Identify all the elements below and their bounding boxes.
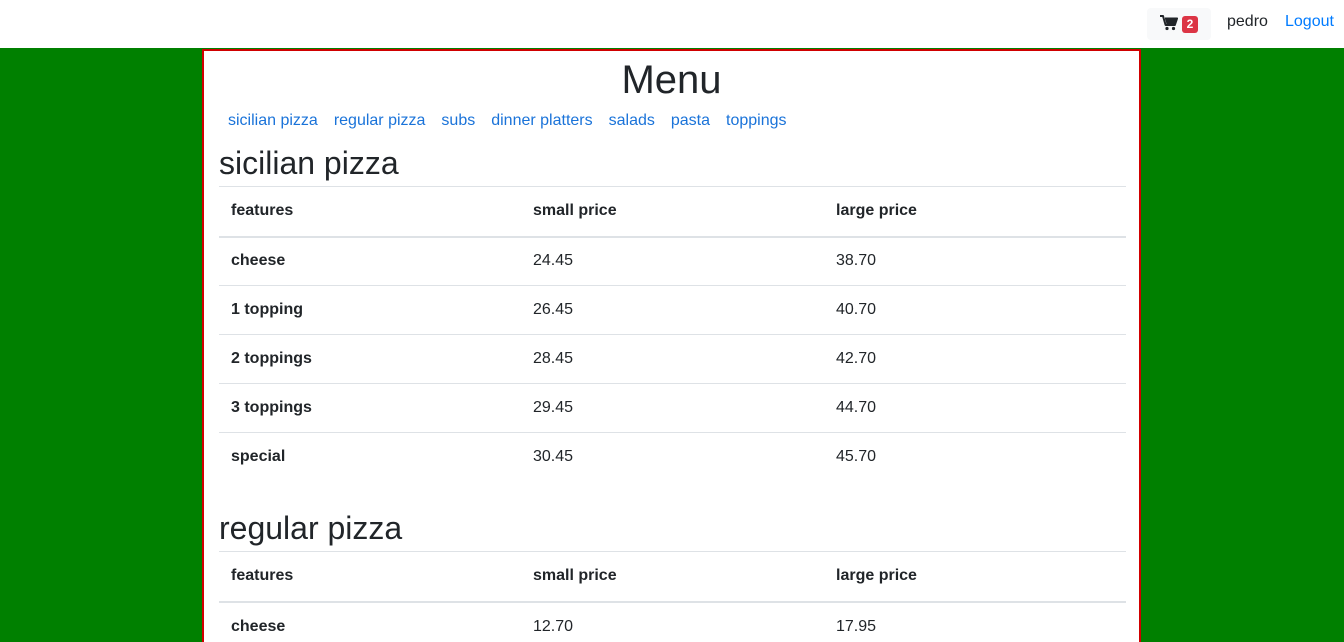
cart-count-badge: 2 xyxy=(1182,16,1198,33)
regular-pizza-table: features small price large price cheese … xyxy=(219,551,1126,642)
cart-button[interactable]: 2 xyxy=(1147,8,1211,40)
table-row: cheese 24.45 38.70 xyxy=(219,236,1126,286)
menu-container: Menu sicilian pizza regular pizza subs d… xyxy=(202,49,1141,642)
large-price-cell: 44.70 xyxy=(824,383,1126,433)
sicilian-pizza-table: features small price large price cheese … xyxy=(219,186,1126,482)
table-row: special 30.45 45.70 xyxy=(219,432,1126,482)
section-title-regular-pizza: regular pizza xyxy=(219,510,403,546)
column-header-large-price: large price xyxy=(824,186,1126,238)
column-header-large-price: large price xyxy=(824,551,1126,603)
feature-cell: 1 topping xyxy=(219,285,521,335)
feature-cell: special xyxy=(219,432,521,482)
small-price-cell: 28.45 xyxy=(521,334,824,384)
large-price-cell: 40.70 xyxy=(824,285,1126,335)
category-link-salads[interactable]: salads xyxy=(601,110,663,132)
large-price-cell: 42.70 xyxy=(824,334,1126,384)
column-header-small-price: small price xyxy=(521,551,824,603)
small-price-cell: 26.45 xyxy=(521,285,824,335)
category-link-sicilian-pizza[interactable]: sicilian pizza xyxy=(220,110,326,132)
feature-cell: 2 toppings xyxy=(219,334,521,384)
small-price-cell: 29.45 xyxy=(521,383,824,433)
category-nav: sicilian pizza regular pizza subs dinner… xyxy=(220,110,795,132)
large-price-cell: 45.70 xyxy=(824,432,1126,482)
column-header-features: features xyxy=(219,551,521,603)
large-price-cell: 38.70 xyxy=(824,236,1126,286)
large-price-cell: 17.95 xyxy=(824,601,1126,642)
small-price-cell: 30.45 xyxy=(521,432,824,482)
small-price-cell: 24.45 xyxy=(521,236,824,286)
table-row: 2 toppings 28.45 42.70 xyxy=(219,334,1126,384)
username-label: pedro xyxy=(1227,13,1268,30)
section-title-sicilian-pizza: sicilian pizza xyxy=(219,145,399,181)
category-link-dinner-platters[interactable]: dinner platters xyxy=(483,110,600,132)
page-title: Menu xyxy=(621,58,722,102)
category-link-regular-pizza[interactable]: regular pizza xyxy=(326,110,434,132)
category-link-subs[interactable]: subs xyxy=(433,110,483,132)
shopping-cart-icon xyxy=(1160,15,1178,31)
small-price-cell: 12.70 xyxy=(521,601,824,642)
category-link-pasta[interactable]: pasta xyxy=(663,110,718,132)
table-row: 3 toppings 29.45 44.70 xyxy=(219,383,1126,433)
column-header-features: features xyxy=(219,186,521,238)
table-header-row: features small price large price xyxy=(219,551,1126,603)
table-row: 1 topping 26.45 40.70 xyxy=(219,285,1126,335)
top-navbar: 2 pedro Logout xyxy=(0,0,1344,48)
logout-link[interactable]: Logout xyxy=(1285,12,1334,32)
category-link-toppings[interactable]: toppings xyxy=(718,110,795,132)
feature-cell: cheese xyxy=(219,236,521,286)
table-header-row: features small price large price xyxy=(219,186,1126,238)
feature-cell: 3 toppings xyxy=(219,383,521,433)
column-header-small-price: small price xyxy=(521,186,824,238)
feature-cell: cheese xyxy=(219,601,521,642)
table-row: cheese 12.70 17.95 xyxy=(219,601,1126,642)
